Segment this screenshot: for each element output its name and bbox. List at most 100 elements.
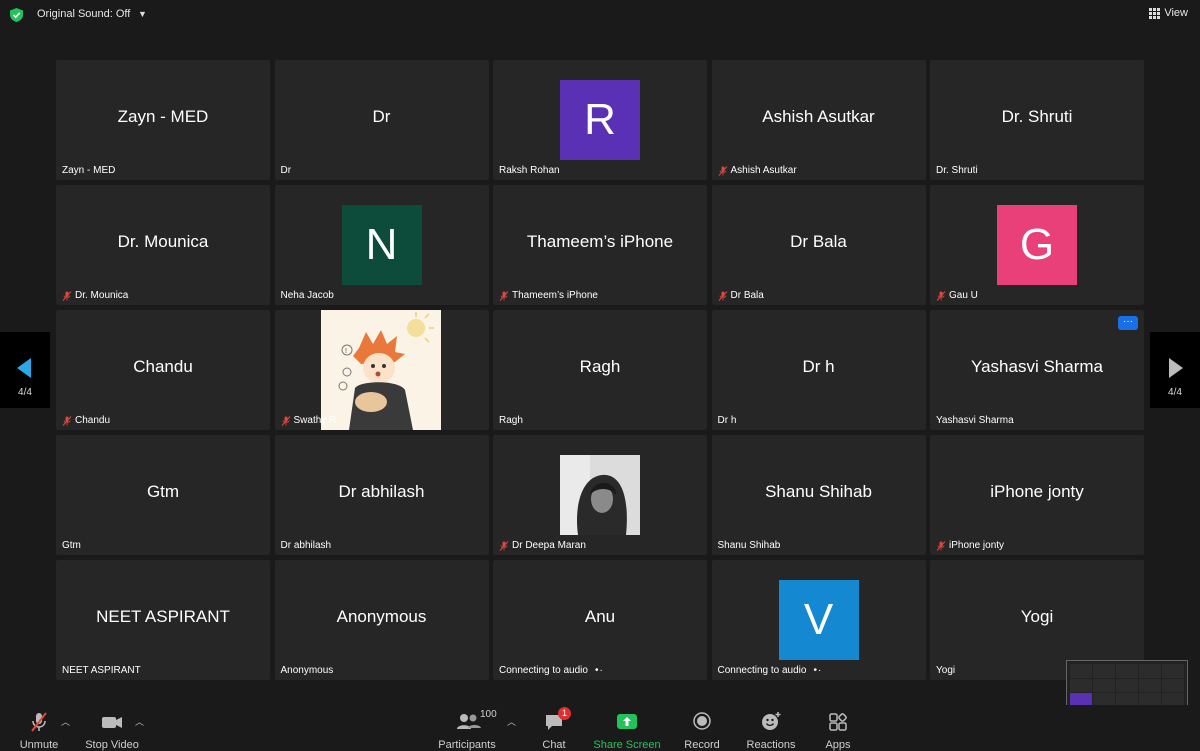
top-bar: Original Sound: Off ▼ View [0,0,1200,30]
participant-tile[interactable]: Dr abhilash Dr abhilash [274,435,489,555]
connecting-dots-icon: •· [813,665,823,676]
participants-icon [457,714,481,729]
original-sound-toggle[interactable]: Original Sound: Off [37,8,130,20]
participant-display-name: Dr. Shruti [1001,107,1073,126]
participant-tile[interactable]: Dr. Mounica Dr. Mounica [56,185,270,305]
participant-name: Dr [280,165,292,176]
participant-tile[interactable]: iPhone jonty iPhone jonty [930,435,1144,555]
participant-name: Connecting to audio [717,665,807,676]
participant-display-name: Dr h [802,357,835,376]
participant-display-name: NEET ASPIRANT [96,607,230,626]
participant-tile[interactable]: Yashasvi Sharma ··· Yashasvi Sharma [930,310,1144,430]
participant-name-label: Dr abhilash [281,540,332,551]
participant-tile[interactable]: Ragh Ragh [493,310,707,430]
participant-name-label: Dr. Mounica [62,290,128,301]
participant-tile[interactable]: NEET ASPIRANT NEET ASPIRANT [56,560,270,680]
microphone-muted-icon [718,165,727,176]
participant-name-label: Neha Jacob [281,290,334,301]
participant-avatar: N [341,205,422,285]
video-gallery: Zayn - MED Zayn - MED Dr Dr R Raksh Rohan Ashi… [56,60,1144,680]
participant-tile[interactable]: Thameem’s iPhone Thameem’s iPhone [493,185,707,305]
participant-name-label: NEET ASPIRANT [62,665,141,676]
security-shield-icon[interactable] [10,8,23,22]
participant-name-label: Anonymous [281,665,334,676]
mini-tile [1162,678,1184,693]
participant-name: Connecting to audio [499,665,588,676]
view-button[interactable]: View [1149,7,1188,19]
reactions-button[interactable]: Reactions [746,711,796,751]
participant-name-label: Dr Bala [718,290,764,301]
microphone-muted-icon [281,415,290,426]
participant-tile[interactable]: Anonymous Anonymous [274,560,489,680]
audio-options-chevron-icon[interactable]: ︿ [61,715,70,728]
chat-unread-badge: 1 [558,707,571,720]
apps-button[interactable]: Apps [818,711,858,751]
participant-name-label: Shanu Shihab [718,540,781,551]
share-screen-icon [617,714,637,729]
participant-tile[interactable]: Ashish Asutkar Ashish Asutkar [711,60,926,180]
participant-tile[interactable]: Shanu Shihab Shanu Shihab [711,435,926,555]
participant-photo [560,455,640,535]
chat-button[interactable]: 1 Chat [534,707,574,751]
participant-name-label: Yashasvi Sharma [936,415,1014,426]
participant-tile[interactable]: V Connecting to audio •· [711,560,926,680]
participant-name: NEET ASPIRANT [62,665,141,676]
participant-tile[interactable]: Dr Deepa Maran [493,435,707,555]
participant-tile[interactable]: N Neha Jacob [274,185,489,305]
participant-tile[interactable]: Dr h Dr h [711,310,926,430]
record-button[interactable]: Record [682,711,722,751]
participant-name: Raksh Rohan [499,165,560,176]
participants-options-chevron-icon[interactable]: ︿ [507,715,516,728]
participant-tile[interactable]: Gtm Gtm [56,435,270,555]
video-camera-icon [102,717,122,728]
participant-tile[interactable]: Dr. Shruti Dr. Shruti [930,60,1144,180]
stop-video-label: Stop Video [85,739,139,751]
stop-video-button[interactable]: Stop Video [85,711,139,751]
participant-name: Ashish Asutkar [730,165,797,176]
participant-name: Dr. Mounica [75,290,129,301]
participant-name-label: Gtm [62,540,81,551]
participant-avatar: G [997,205,1077,285]
participant-photo: ! [320,310,441,430]
page-indicator-right: 4/4 [1168,387,1182,398]
unmute-button[interactable]: Unmute [14,711,64,751]
previous-page-button[interactable]: 4/4 [0,332,50,408]
more-options-button[interactable]: ··· [1118,316,1138,330]
participant-tile[interactable]: ! Swathy R [274,310,489,430]
participant-name-label: Dr [281,165,292,176]
participant-tile[interactable]: Dr Bala Dr Bala [711,185,926,305]
participant-name-label: Zayn - MED [62,165,115,176]
participant-tile[interactable]: Zayn - MED Zayn - MED [56,60,270,180]
unmute-label: Unmute [19,739,59,751]
record-label: Record [684,739,720,751]
chat-label: Chat [542,739,566,751]
apps-label: Apps [825,739,851,751]
participant-tile[interactable]: R Raksh Rohan [493,60,707,180]
participant-name: Dr h [717,415,737,426]
participant-tile[interactable]: Dr Dr [274,60,489,180]
participant-display-name: Yashasvi Sharma [971,357,1103,376]
participant-tile[interactable]: Chandu Chandu [56,310,270,430]
share-screen-button[interactable]: Share Screen [593,711,661,751]
video-options-chevron-icon[interactable]: ︿ [135,715,144,728]
participant-tile[interactable]: G Gau U [930,185,1144,305]
participant-display-name: Zayn - MED [117,107,209,126]
participant-name: Neha Jacob [280,290,334,301]
participant-name-label: Gau U [936,290,978,301]
participant-name: Yogi [936,665,956,676]
participant-display-name: Dr [372,107,391,126]
participant-tile[interactable]: Anu Connecting to audio •· [493,560,707,680]
connecting-dots-icon: •· [594,665,604,676]
participant-name-label: Connecting to audio •· [499,665,604,676]
participant-display-name: Chandu [133,357,193,376]
participant-name: Swathy R [293,415,337,426]
participant-display-name: Dr Bala [790,232,847,251]
share-screen-label: Share Screen [593,739,661,751]
chevron-down-icon[interactable]: ▼ [138,9,147,19]
participant-name-label: Ashish Asutkar [718,165,797,176]
participant-display-name: Dr abhilash [338,482,425,501]
participant-name-label: Dr Deepa Maran [499,540,586,551]
next-page-button[interactable]: 4/4 [1150,332,1200,408]
participant-display-name: Anu [584,607,616,626]
participant-name: Shanu Shihab [717,540,781,551]
